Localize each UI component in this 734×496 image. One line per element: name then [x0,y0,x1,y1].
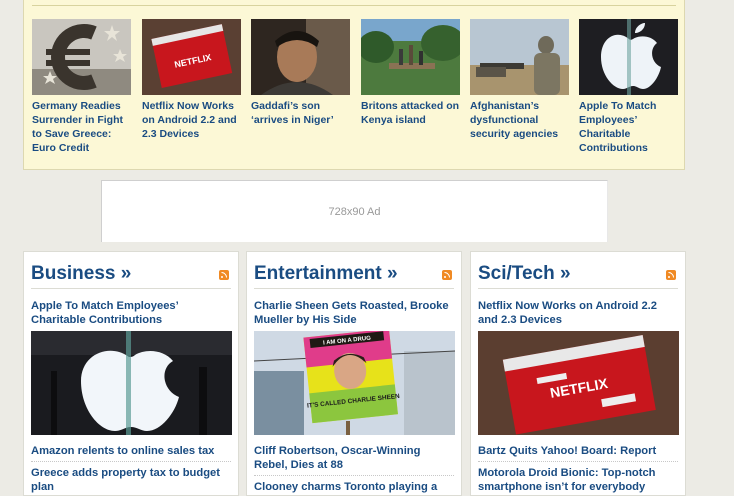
netflix-envelope-image[interactable]: NETFLIX [478,331,679,435]
section-scitech: Sci/Tech » Netflix Now Works on Android … [470,251,686,496]
top-story-title[interactable]: Afghanistan’s dysfunctional security age… [470,99,570,141]
apple-logo-image[interactable] [579,19,678,95]
headline-link[interactable]: Motorola Droid Bionic: Top-notch smartph… [478,466,678,494]
divider [254,475,454,476]
apple-logo-image[interactable] [31,331,232,435]
top-story-4[interactable]: Britons attacked on Kenya island [361,19,461,127]
section-entertainment: Entertainment » Charlie Sheen Gets Roast… [246,251,462,496]
section-business: Business » Apple To Match Employees’ Cha… [23,251,239,496]
section-title[interactable]: Business » [31,263,131,284]
rss-icon[interactable] [219,270,229,280]
rss-icon[interactable] [666,270,676,280]
top-stories-strip: Germany Readies Surrender in Fight to Sa… [23,0,685,170]
top-story-title[interactable]: Britons attacked on Kenya island [361,99,461,127]
headline-link[interactable]: Cliff Robertson, Oscar-Winning Rebel, Di… [254,444,454,472]
top-story-1[interactable]: Germany Readies Surrender in Fight to Sa… [32,19,132,155]
top-story-6[interactable]: Apple To Match Employees’ Charitable Con… [579,19,679,155]
jungle-bridge-image[interactable] [361,19,460,95]
top-story-title[interactable]: Germany Readies Surrender in Fight to Sa… [32,99,132,155]
top-story-3[interactable]: Gaddafi’s son ‘arrives in Niger’ [251,19,351,127]
ad-label: 728x90 Ad [328,205,381,218]
section-header: Entertainment » [254,262,454,289]
section-title[interactable]: Sci/Tech » [478,263,571,284]
headline-link[interactable]: Greece adds property tax to budget plan [31,466,231,494]
top-story-5[interactable]: Afghanistan’s dysfunctional security age… [470,19,570,141]
protest-sign-image[interactable]: I AM ON A DRUG IT'S CALLED CHARLIE SHEEN [254,331,455,435]
euro-sculpture-image[interactable] [32,19,131,95]
netflix-envelope-image[interactable]: NETFLIX [142,19,241,95]
divider [478,461,678,462]
divider [31,461,231,462]
headline-link[interactable]: Bartz Quits Yahoo! Board: Report [478,444,678,458]
section-header: Business » [31,262,231,289]
strip-divider [32,5,676,6]
rss-icon[interactable] [442,270,452,280]
section-title[interactable]: Entertainment » [254,263,398,284]
soldier-image[interactable] [470,19,569,95]
lead-headline[interactable]: Charlie Sheen Gets Roasted, Brooke Muell… [254,299,454,327]
lead-headline[interactable]: Apple To Match Employees’ Charitable Con… [31,299,231,327]
top-story-title[interactable]: Apple To Match Employees’ Charitable Con… [579,99,679,155]
top-story-title[interactable]: Netflix Now Works on Android 2.2 and 2.3… [142,99,242,141]
top-story-2[interactable]: NETFLIX Netflix Now Works on Android 2.2… [142,19,242,141]
lead-headline[interactable]: Netflix Now Works on Android 2.2 and 2.3… [478,299,678,327]
section-header: Sci/Tech » [478,262,678,289]
ad-banner[interactable]: 728x90 Ad [101,180,608,242]
headline-link[interactable]: Amazon relents to online sales tax [31,444,231,458]
portrait-image[interactable] [251,19,350,95]
top-story-title[interactable]: Gaddafi’s son ‘arrives in Niger’ [251,99,351,127]
